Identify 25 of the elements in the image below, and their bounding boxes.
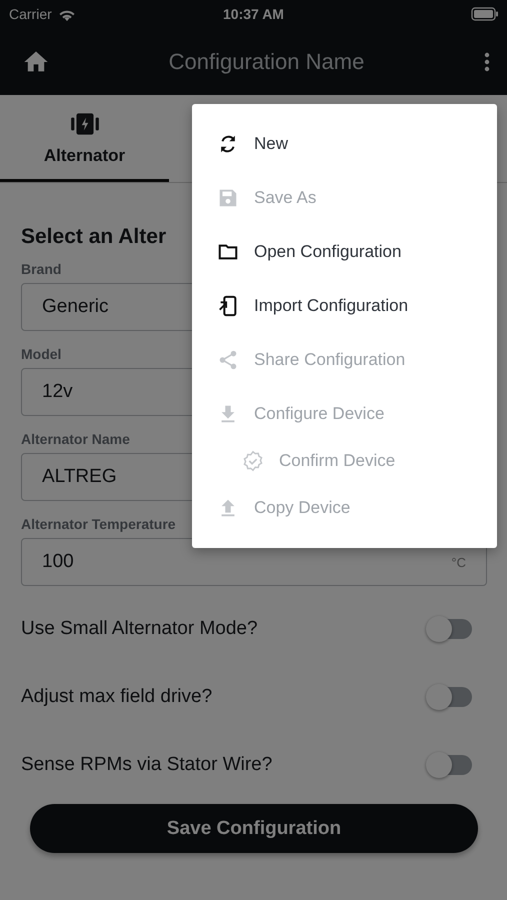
toggle-switch[interactable] (428, 619, 472, 639)
check-badge-icon (242, 450, 264, 472)
carrier-name: Carrier (9, 6, 52, 22)
field-label: Alternator Temperature (21, 516, 176, 532)
menu-item[interactable]: Open Configuration (192, 225, 497, 279)
field-label: Brand (21, 261, 62, 277)
save-button[interactable]: Save Configuration (30, 804, 478, 853)
status-time: 10:37 AM (223, 6, 284, 22)
toggle-label: Use Small Alternator Mode? (21, 618, 258, 640)
alternator-icon (68, 112, 100, 136)
field-label: Alternator Name (21, 431, 130, 447)
screen-title: Configuration Name (168, 48, 364, 74)
share-icon (217, 349, 239, 371)
toggle-label: Adjust max field drive? (21, 686, 212, 708)
toggle-switch[interactable] (428, 687, 472, 707)
section-heading: Select an Alter (21, 225, 166, 249)
field-label: Model (21, 346, 62, 362)
phone-import-icon (217, 295, 239, 317)
save-icon (217, 187, 239, 209)
tab[interactable]: Alternator (0, 95, 169, 182)
toggle-switch[interactable] (428, 755, 472, 775)
battery-icon (471, 7, 499, 21)
menu-item[interactable]: Import Configuration (192, 279, 497, 333)
menu-item[interactable]: New (192, 117, 497, 171)
toggle-label: Sense RPMs via Stator Wire? (21, 754, 272, 776)
